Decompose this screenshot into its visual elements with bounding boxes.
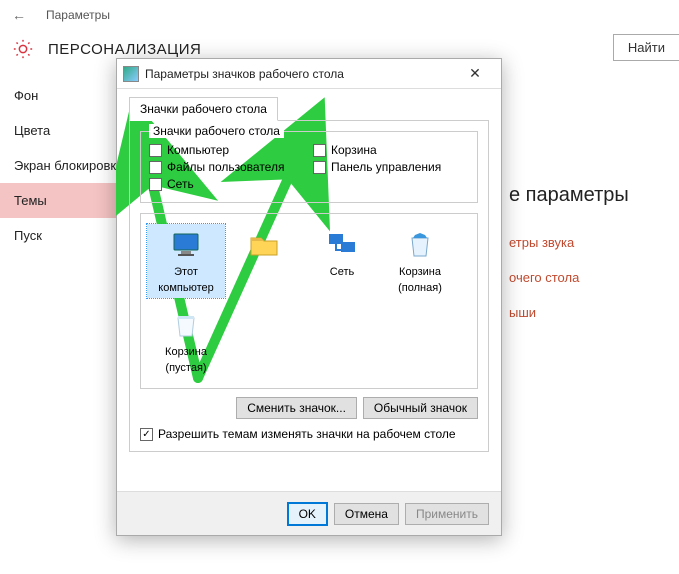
network-icon [325, 228, 359, 262]
tab-desktop-icons[interactable]: Значки рабочего стола [129, 97, 278, 121]
gear-icon [12, 38, 34, 60]
default-icon-button[interactable]: Обычный значок [363, 397, 478, 419]
change-icon-button[interactable]: Сменить значок... [236, 397, 357, 419]
checkbox-recycle-label: Корзина [331, 143, 377, 157]
checkbox-computer[interactable]: Компьютер [149, 143, 305, 157]
breadcrumb: Параметры [46, 8, 110, 22]
related-heading: е параметры [509, 180, 679, 225]
recycle-empty-icon [169, 308, 203, 342]
checkbox-computer-label: Компьютер [167, 143, 229, 157]
search-button[interactable]: Найти [613, 34, 679, 61]
close-icon[interactable]: ✕ [455, 60, 495, 88]
icon-user-folder[interactable] [225, 224, 303, 298]
icon-label: (пустая) [165, 362, 206, 374]
recycle-full-icon [403, 228, 437, 262]
checkbox-control[interactable]: Панель управления [313, 160, 469, 174]
related-link-sound[interactable]: етры звука [509, 225, 679, 260]
related-link-desktop[interactable]: очего стола [509, 260, 679, 295]
icon-preview-grid: Этот компьютер Сеть Корзина (полная) [140, 213, 478, 389]
checkbox-recycle[interactable]: Корзина [313, 143, 469, 157]
icon-bin-full[interactable]: Корзина (полная) [381, 224, 459, 298]
dialog-icon [123, 66, 139, 82]
desktop-icons-dialog: Параметры значков рабочего стола ✕ Значк… [116, 58, 502, 536]
dialog-title: Параметры значков рабочего стола [145, 67, 455, 81]
checkbox-network[interactable]: Сеть [149, 177, 305, 191]
page-title: ПЕРСОНАЛИЗАЦИЯ [48, 41, 201, 58]
checkbox-network-label: Сеть [167, 177, 194, 191]
checkbox-userfiles[interactable]: Файлы пользователя [149, 160, 305, 174]
icon-label: (полная) [398, 282, 442, 294]
apply-button[interactable]: Применить [405, 503, 489, 525]
related-link-mouse[interactable]: ыши [509, 295, 679, 330]
cancel-button[interactable]: Отмена [334, 503, 399, 525]
pc-icon [169, 228, 203, 262]
ok-button[interactable]: OK [287, 502, 328, 526]
checkbox-control-label: Панель управления [331, 160, 441, 174]
icon-label: Сеть [330, 266, 354, 278]
group-legend: Значки рабочего стола [149, 124, 284, 138]
icon-label: Корзина [399, 266, 441, 278]
icon-label: Этот [174, 266, 198, 278]
checkbox-allow-themes[interactable] [140, 428, 153, 441]
allow-themes-label: Разрешить темам изменять значки на рабоч… [158, 427, 456, 441]
icon-this-pc[interactable]: Этот компьютер [147, 224, 225, 298]
icon-label: Корзина [165, 346, 207, 358]
checkbox-userfiles-label: Файлы пользователя [167, 160, 284, 174]
desktop-icons-group: Значки рабочего стола Компьютер Файлы по… [140, 131, 478, 203]
icon-label: компьютер [158, 282, 213, 294]
folder-icon [247, 228, 281, 262]
icon-bin-empty[interactable]: Корзина (пустая) [147, 304, 225, 378]
icon-network[interactable]: Сеть [303, 224, 381, 298]
back-icon[interactable]: ← [12, 7, 26, 23]
